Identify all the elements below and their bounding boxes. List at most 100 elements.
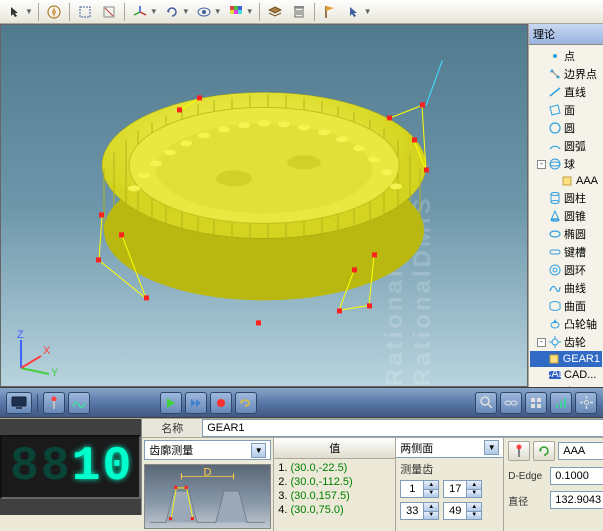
trash-icon[interactable] (288, 2, 310, 22)
probe-icon[interactable] (43, 392, 65, 414)
value-item[interactable]: 1. (30.0,-22.5) (278, 461, 391, 475)
dropdown-arrow-icon[interactable]: ▼ (246, 7, 254, 16)
layers-icon[interactable] (264, 2, 286, 22)
tree-item-arc[interactable]: 圆弧 (530, 137, 602, 155)
edge-icon (548, 67, 562, 81)
item-icon (547, 352, 561, 366)
tree-item-circle[interactable]: 圆 (530, 119, 602, 137)
eye-icon[interactable] (193, 2, 215, 22)
tree-item-sphere[interactable]: -球 (530, 155, 602, 173)
scan-icon[interactable] (68, 392, 90, 414)
tree-item-gear[interactable]: -齿轮 (530, 333, 602, 351)
d-edge-label: D-Edge (508, 471, 546, 482)
spin-up-icon[interactable]: ▲ (423, 481, 438, 490)
spin-1[interactable]: ▲▼ (400, 480, 439, 498)
monitor-icon[interactable] (6, 392, 32, 414)
tree-item-cad[interactable]: CADCAD... (530, 367, 602, 383)
side-select[interactable]: 两侧面 ▼ (396, 438, 503, 458)
feature-tree[interactable]: 点边界点直线面圆圆弧-球 AAA 圆柱圆锥椭圆键槽圆环曲线曲面凸轮轴-齿轮GEAR1… (529, 45, 603, 387)
loop-icon[interactable] (235, 392, 257, 414)
flag-icon[interactable] (319, 2, 341, 22)
measure-mode-select[interactable]: 齿廓测量 ▼ (144, 440, 271, 460)
settings-icon[interactable] (575, 392, 597, 414)
tree-item-cone[interactable]: 圆锥 (530, 207, 602, 225)
tree-item-label: 点云 (564, 384, 586, 387)
axis-gizmo: Z Y X (11, 328, 61, 378)
item-icon (560, 174, 574, 188)
pointer-select-icon[interactable] (343, 2, 365, 22)
gear-model (74, 60, 454, 340)
dropdown-arrow-icon[interactable]: ▼ (182, 7, 190, 16)
tree-item-cyl[interactable]: 圆柱 (530, 189, 602, 207)
tree-item-surf[interactable]: 曲面 (530, 297, 602, 315)
tree-expander[interactable]: - (537, 160, 546, 169)
axis-icon[interactable] (129, 2, 151, 22)
spin-3[interactable]: ▲▼ (400, 502, 439, 520)
play-icon[interactable] (160, 392, 182, 414)
dropdown-arrow-icon[interactable]: ▼ (364, 7, 372, 16)
reference-select[interactable]: AAA ▼ (558, 442, 603, 460)
tree-item-torus[interactable]: 圆环 (530, 261, 602, 279)
dropdown-arrow-icon[interactable]: ▼ (214, 7, 222, 16)
spin-4[interactable]: ▲▼ (443, 502, 482, 520)
cursor-tool[interactable] (4, 2, 26, 22)
tree-item-plane[interactable]: 面 (530, 101, 602, 119)
3d-viewport[interactable]: RationalDMIS RationalDMIS (0, 24, 528, 387)
tree-item-slot[interactable]: 键槽 (530, 243, 602, 261)
select-box-icon[interactable] (74, 2, 96, 22)
digit: 8 (41, 443, 70, 491)
spin-down-icon[interactable]: ▼ (466, 490, 481, 498)
grid-icon[interactable] (525, 392, 547, 414)
tree-item-label: 面 (564, 102, 575, 118)
spin-down-icon[interactable]: ▼ (423, 512, 438, 520)
spin-down-icon[interactable]: ▼ (423, 490, 438, 498)
value-item[interactable]: 3. (30.0,157.5) (278, 489, 391, 503)
tree-item-label: AAA (576, 175, 598, 187)
tree-item-curve[interactable]: 曲线 (530, 279, 602, 297)
panel-header: 理论 (529, 24, 603, 45)
svg-text:CAD: CAD (548, 368, 562, 380)
spin-up-icon[interactable]: ▲ (423, 503, 438, 512)
value-item[interactable]: 2. (30.0,-112.5) (278, 475, 391, 489)
search-icon[interactable] (475, 392, 497, 414)
tree-item-point[interactable]: 点 (530, 47, 602, 65)
fast-forward-icon[interactable] (185, 392, 207, 414)
diameter-input[interactable] (550, 491, 603, 509)
refresh-icon[interactable] (533, 441, 555, 461)
dropdown-arrow-icon[interactable]: ▼ (150, 7, 158, 16)
gear-icon (548, 335, 562, 349)
link-icon[interactable] (500, 392, 522, 414)
tree-item-label: 圆弧 (564, 138, 586, 154)
probe-tool-icon[interactable] (508, 441, 530, 461)
tree-item-cloud[interactable]: 点云 (530, 383, 602, 387)
spin-2[interactable]: ▲▼ (443, 480, 482, 498)
d-edge-input[interactable] (550, 467, 603, 485)
spin-up-icon[interactable]: ▲ (466, 503, 481, 512)
tree-expander[interactable]: - (537, 338, 546, 347)
name-input[interactable] (202, 419, 603, 437)
tree-item-label: 边界点 (564, 66, 597, 82)
palette-icon[interactable] (225, 2, 247, 22)
tree-item-item[interactable]: GEAR1 (530, 351, 602, 367)
deselect-icon[interactable] (98, 2, 120, 22)
tree-item-cam[interactable]: 凸轮轴 (530, 315, 602, 333)
tree-item-label: 圆柱 (564, 190, 586, 206)
tree-item-item[interactable]: AAA (530, 173, 602, 189)
compass-icon[interactable] (43, 2, 65, 22)
tree-item-edge[interactable]: 边界点 (530, 65, 602, 83)
chart-icon[interactable] (550, 392, 572, 414)
point-icon (548, 49, 562, 63)
spin-down-icon[interactable]: ▼ (466, 512, 481, 520)
dropdown-arrow-icon[interactable]: ▼ (25, 7, 33, 16)
rotate-icon[interactable] (161, 2, 183, 22)
spin-up-icon[interactable]: ▲ (466, 481, 481, 490)
curve-icon (548, 281, 562, 295)
diameter-label: 直径 (508, 493, 546, 508)
svg-text:Z: Z (17, 329, 24, 341)
arc-icon (548, 139, 562, 153)
tree-item-label: 直线 (564, 84, 586, 100)
tree-item-line[interactable]: 直线 (530, 83, 602, 101)
tree-item-label: 凸轮轴 (564, 316, 597, 332)
tree-item-ellipse[interactable]: 椭圆 (530, 225, 602, 243)
record-icon[interactable] (210, 392, 232, 414)
